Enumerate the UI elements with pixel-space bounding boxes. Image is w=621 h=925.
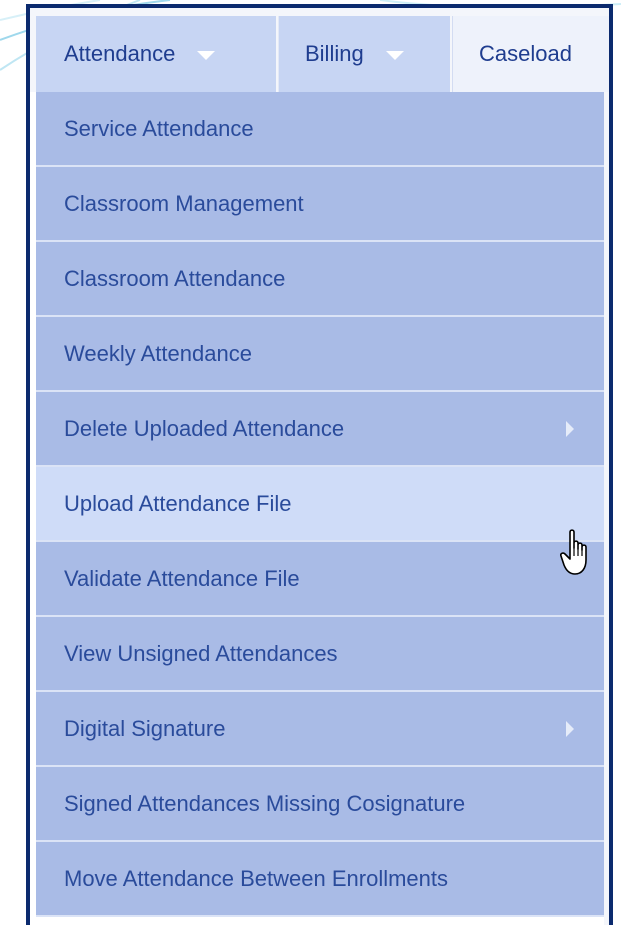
menu-item-validate-attendance-file[interactable]: Validate Attendance File xyxy=(36,542,604,617)
menu-item-view-unsigned-attendances[interactable]: View Unsigned Attendances xyxy=(36,617,604,692)
attendance-dropdown-menu: Service Attendance Classroom Management … xyxy=(36,92,604,917)
menu-item-classroom-management[interactable]: Classroom Management xyxy=(36,167,604,242)
menu-item-label: Digital Signature xyxy=(64,715,226,741)
slide-page: Attendance Billing Caseload Service Atte… xyxy=(0,0,621,925)
nav-tab-label: Billing xyxy=(305,41,364,66)
menu-item-delete-uploaded-attendance[interactable]: Delete Uploaded Attendance xyxy=(36,392,604,467)
hand-pointer-icon xyxy=(560,529,587,575)
menu-item-label: Weekly Attendance xyxy=(64,340,252,366)
menu-item-digital-signature[interactable]: Digital Signature xyxy=(36,692,604,767)
caret-down-icon xyxy=(385,50,404,60)
menu-item-weekly-attendance[interactable]: Weekly Attendance xyxy=(36,317,604,392)
menu-item-upload-attendance-file[interactable]: Upload Attendance File xyxy=(36,467,604,542)
nav-tab-attendance[interactable]: Attendance xyxy=(36,16,276,92)
menu-item-service-attendance[interactable]: Service Attendance xyxy=(36,92,604,167)
nav-tab-label: Caseload xyxy=(479,41,572,66)
menu-item-label: Service Attendance xyxy=(64,115,254,141)
menu-item-signed-attendances-missing-cosignature[interactable]: Signed Attendances Missing Cosignature xyxy=(36,767,604,842)
menu-item-label: Classroom Management xyxy=(64,190,304,216)
menu-item-label: Validate Attendance File xyxy=(64,565,300,591)
menu-item-label: Move Attendance Between Enrollments xyxy=(64,865,449,891)
menu-item-label: Upload Attendance File xyxy=(64,490,292,516)
page-edge-behind-menu xyxy=(604,92,609,925)
nav-tab-billing[interactable]: Billing xyxy=(278,16,450,92)
menu-item-move-attendance-between-enrollments[interactable]: Move Attendance Between Enrollments xyxy=(36,842,604,917)
menu-item-label: View Unsigned Attendances xyxy=(64,640,338,666)
caret-right-icon xyxy=(566,720,574,737)
nav-tab-caseload[interactable]: Caseload xyxy=(452,16,609,92)
screenshot-frame: Attendance Billing Caseload Service Atte… xyxy=(26,4,613,925)
menu-item-label: Delete Uploaded Attendance xyxy=(64,415,345,441)
caret-right-icon xyxy=(566,420,574,437)
menu-item-label: Classroom Attendance xyxy=(64,265,286,291)
caret-down-icon xyxy=(197,50,216,60)
menu-item-label: Signed Attendances Missing Cosignature xyxy=(64,790,466,816)
menu-item-classroom-attendance[interactable]: Classroom Attendance xyxy=(36,242,604,317)
top-navbar: Attendance Billing Caseload xyxy=(30,8,609,92)
nav-tab-label: Attendance xyxy=(64,41,176,66)
